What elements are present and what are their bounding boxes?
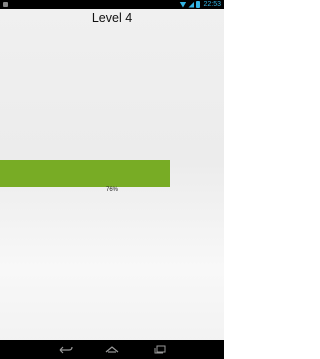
notification-icon (3, 2, 8, 7)
recents-icon (154, 345, 166, 354)
level-progress-bar (0, 160, 224, 187)
level-progress-fill (0, 160, 171, 187)
signal-icon (188, 1, 195, 8)
navigation-bar (0, 340, 224, 359)
wifi-icon (179, 1, 187, 8)
battery-icon (196, 1, 201, 8)
status-bar: 22:53 (0, 0, 224, 9)
screen: 22:53 Level 4 76% (0, 0, 224, 359)
level-title: Level 4 (91, 11, 133, 25)
home-icon (105, 346, 119, 353)
status-icons: 22:53 (179, 0, 221, 9)
status-time: 22:53 (203, 1, 221, 8)
level-progress-label: 76% (105, 187, 118, 193)
back-icon (59, 346, 73, 354)
home-button[interactable] (99, 340, 125, 359)
back-button[interactable] (53, 340, 79, 359)
recents-button[interactable] (147, 340, 173, 359)
